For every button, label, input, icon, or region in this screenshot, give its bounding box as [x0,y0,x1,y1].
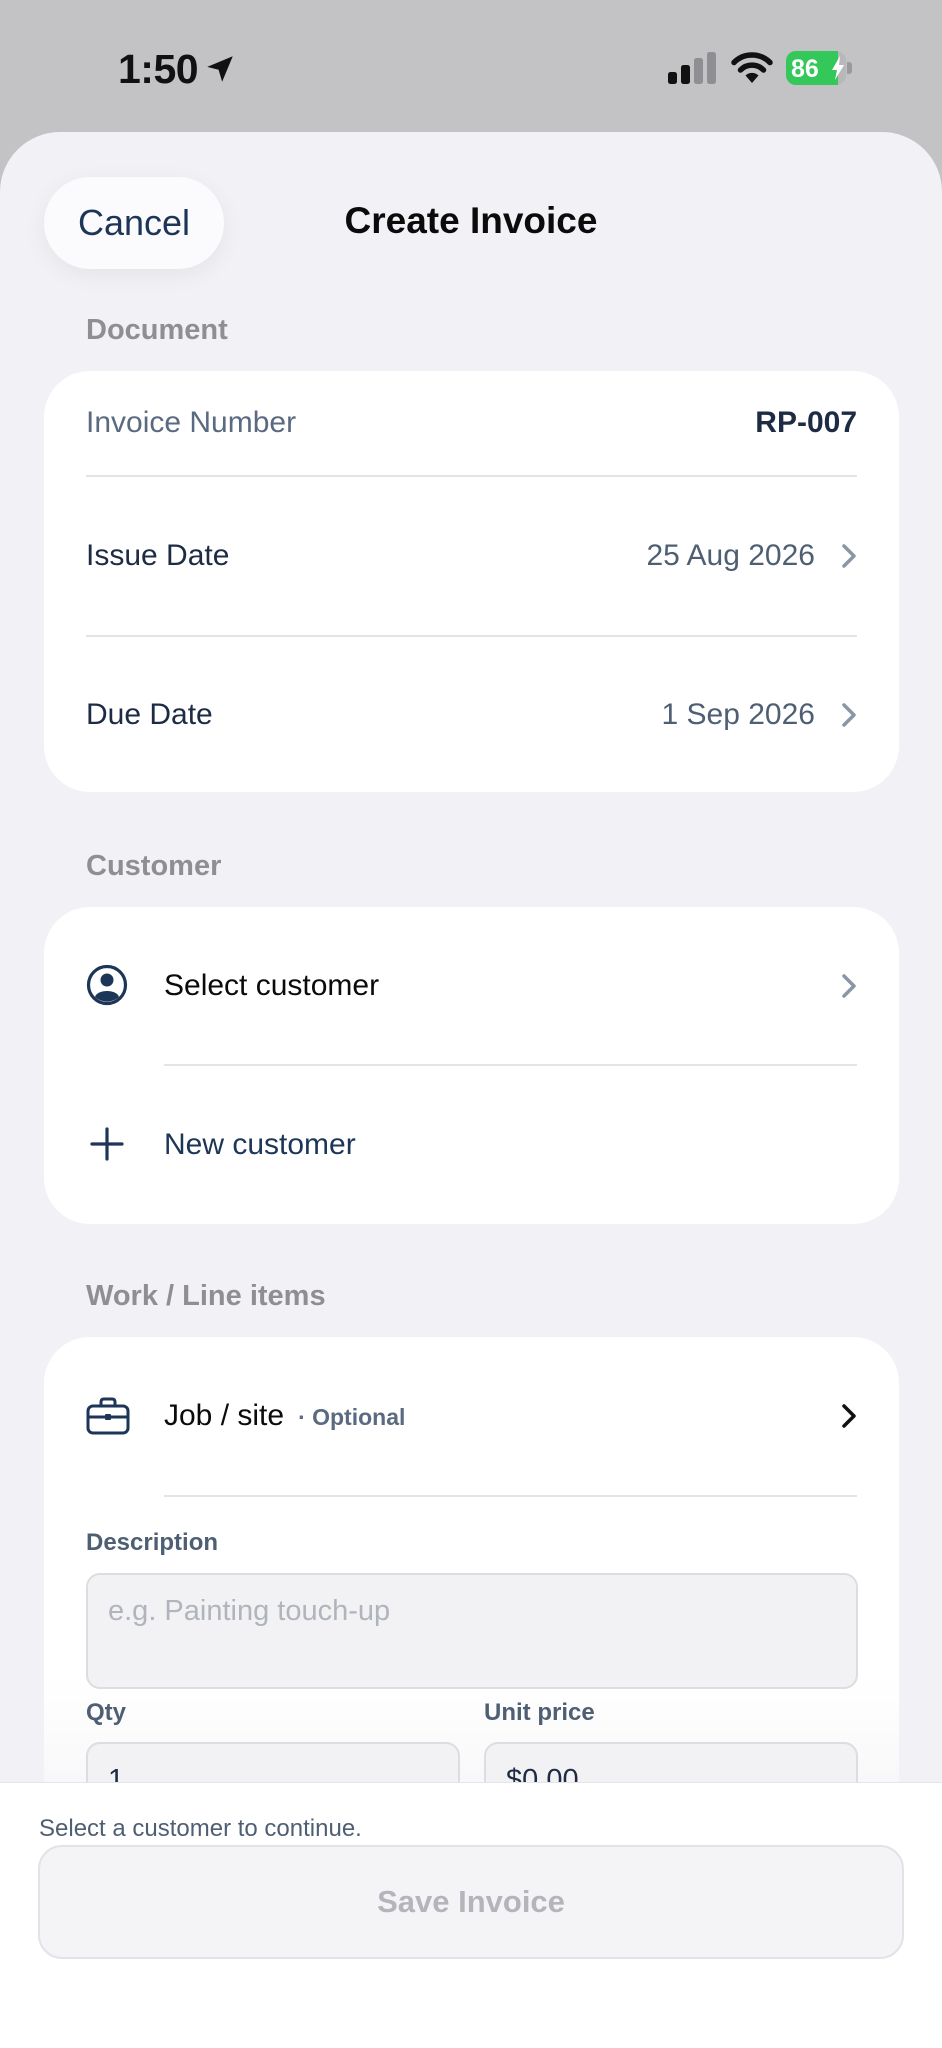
divider [164,1495,857,1497]
section-label-document: Document [86,314,228,346]
status-bar: 1:50 86 [0,0,942,132]
person-circle-icon [86,964,128,1006]
document-card: Invoice Number RP-007 Issue Date 25 Aug … [44,371,899,792]
select-customer-row[interactable]: Select customer [44,907,899,1064]
optional-tag: · Optional [298,1404,406,1430]
chevron-right-icon [842,702,856,727]
unit-price-label: Unit price [484,1699,595,1726]
due-date-label: Due Date [86,697,213,731]
cellular-signal-icon [668,52,716,84]
plus-icon [90,1127,124,1161]
invoice-number-value: RP-007 [755,406,857,439]
job-site-label-group: Job / site · Optional [164,1399,405,1433]
briefcase-icon [86,1397,130,1435]
due-date-value: 1 Sep 2026 [661,697,815,731]
qty-label: Qty [86,1699,127,1726]
save-invoice-button[interactable]: Save Invoice [38,1845,904,1959]
invoice-number-label: Invoice Number [86,406,297,439]
bottom-action-bar: Select a customer to continue. Save Invo… [0,1782,942,2048]
create-invoice-sheet: Cancel Create Invoice Document Invoice N… [0,132,942,2048]
chevron-right-icon [842,973,856,998]
issue-date-row[interactable]: Issue Date 25 Aug 2026 [44,477,899,635]
customer-card: Select customer New customer [44,907,899,1224]
section-label-work: Work / Line items [86,1280,326,1312]
wifi-icon [731,52,773,83]
description-field[interactable] [86,1573,858,1689]
chevron-right-icon [842,1404,856,1428]
status-time: 1:50 [118,46,199,92]
battery-percent: 86 [791,55,819,83]
invoice-number-row: Invoice Number RP-007 [44,371,899,475]
select-customer-label: Select customer [164,968,380,1002]
description-label: Description [86,1529,219,1556]
battery-charging-icon: 86 [786,51,852,85]
validation-hint: Select a customer to continue. [39,1815,362,1842]
section-label-customer: Customer [86,850,222,882]
due-date-row[interactable]: Due Date 1 Sep 2026 [44,637,899,792]
bolt-icon [832,56,844,80]
chevron-right-icon [842,544,856,568]
job-site-row[interactable]: Job / site · Optional [44,1337,899,1495]
issue-date-value: 25 Aug 2026 [646,539,815,572]
page-title: Create Invoice [344,200,598,241]
description-input[interactable] [88,1575,856,1648]
issue-date-label: Issue Date [86,539,230,572]
job-site-label: Job / site [164,1399,285,1432]
new-customer-label: New customer [164,1128,356,1161]
new-customer-row[interactable]: New customer [44,1066,899,1224]
location-arrow-icon [207,56,233,82]
